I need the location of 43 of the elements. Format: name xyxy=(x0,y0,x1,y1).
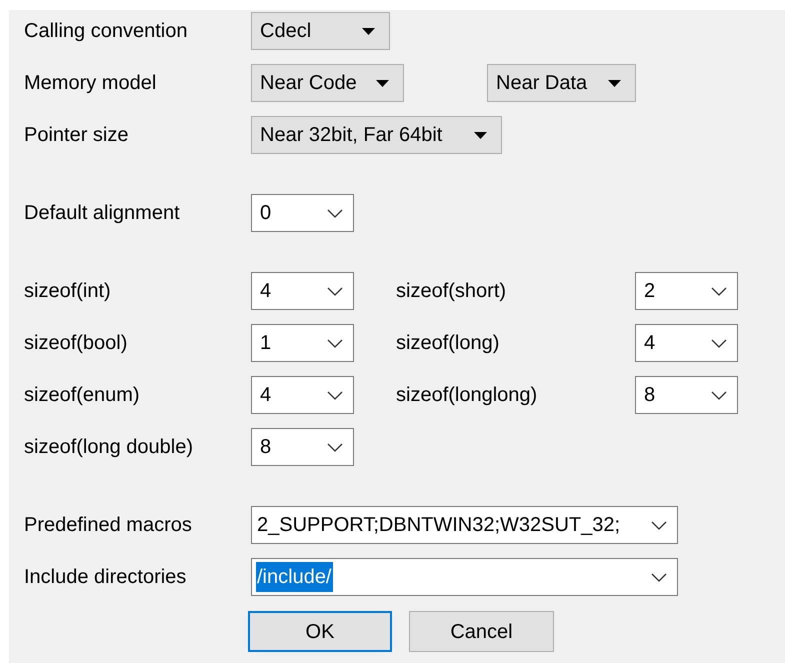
field-label: sizeof(long double) xyxy=(24,435,194,460)
dropdown[interactable]: Near Data xyxy=(487,64,636,102)
chevron-down-icon xyxy=(711,286,727,296)
combo-box[interactable]: 2 xyxy=(635,272,738,310)
chevron-down-icon xyxy=(327,286,343,296)
field-label: Include directories xyxy=(24,565,188,590)
chevron-down-icon xyxy=(327,208,343,218)
dropdown[interactable]: Cdecl xyxy=(251,12,390,50)
combo-box[interactable]: 4 xyxy=(251,272,354,310)
dropdown-arrow-icon xyxy=(474,132,487,138)
field-label: sizeof(longlong) xyxy=(396,383,538,408)
field-label: sizeof(long) xyxy=(396,331,500,356)
combo-box[interactable]: 0 xyxy=(251,194,354,232)
field-label: sizeof(bool) xyxy=(24,331,128,356)
chevron-down-icon xyxy=(711,338,727,348)
dropdown-arrow-icon xyxy=(362,28,375,34)
combo-box[interactable]: 8 xyxy=(251,428,354,466)
combo-box[interactable]: /include/ xyxy=(251,558,678,596)
dropdown[interactable]: Near 32bit, Far 64bit xyxy=(251,116,502,154)
field-label: Memory model xyxy=(24,71,158,96)
field-label: sizeof(int) xyxy=(24,279,112,304)
ok-button[interactable]: OK xyxy=(248,611,392,652)
dropdown[interactable]: Near Code xyxy=(251,64,404,102)
chevron-down-icon xyxy=(327,338,343,348)
field-label: sizeof(short) xyxy=(396,279,508,304)
field-label: Pointer size xyxy=(24,123,130,148)
cancel-button[interactable]: Cancel xyxy=(409,611,554,652)
field-label: Calling convention xyxy=(24,19,188,44)
chevron-down-icon xyxy=(327,390,343,400)
chevron-down-icon xyxy=(651,520,667,530)
combo-box[interactable]: 2_SUPPORT;DBNTWIN32;W32SUT_32; xyxy=(251,506,678,544)
dropdown-arrow-icon xyxy=(608,80,621,86)
chevron-down-icon xyxy=(327,442,343,452)
combo-box[interactable]: 4 xyxy=(251,376,354,414)
dropdown-arrow-icon xyxy=(376,80,389,86)
field-label: Predefined macros xyxy=(24,513,193,538)
combo-box[interactable]: 8 xyxy=(635,376,738,414)
combo-box[interactable]: 4 xyxy=(635,324,738,362)
chevron-down-icon xyxy=(711,390,727,400)
field-label: Default alignment xyxy=(24,201,181,226)
field-label: sizeof(enum) xyxy=(24,383,141,408)
chevron-down-icon xyxy=(651,572,667,582)
combo-box[interactable]: 1 xyxy=(251,324,354,362)
